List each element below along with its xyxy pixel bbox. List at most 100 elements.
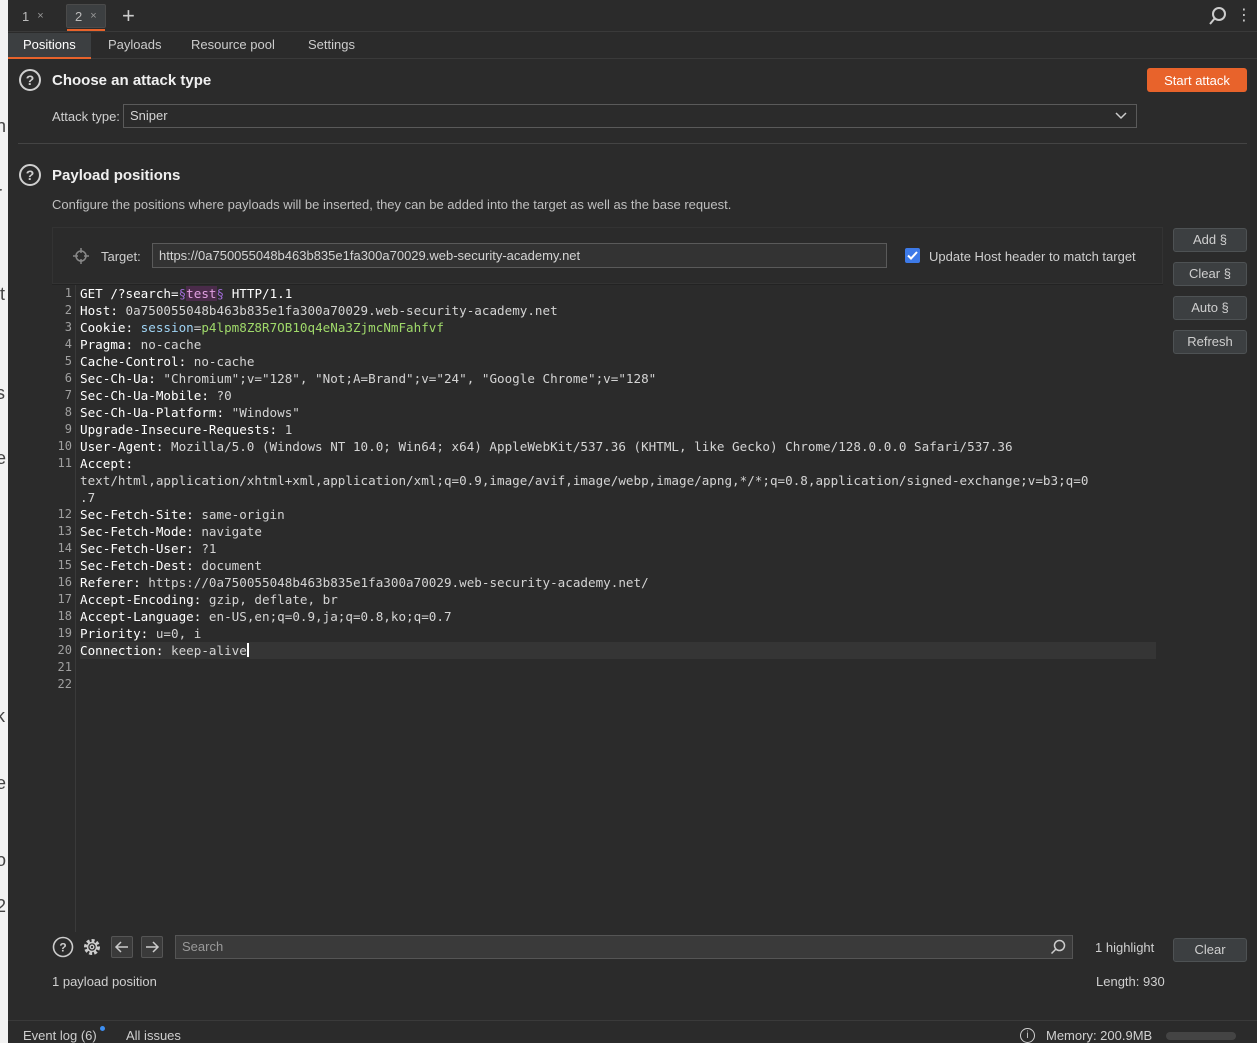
section-divider <box>18 143 1247 144</box>
request-line: 1 GET /?search=§test§ HTTP/1.1 <box>65 285 1156 302</box>
payload-positions-heading: Payload positions <box>52 167 181 184</box>
cookie-name: session <box>133 320 194 335</box>
cookie-line: 3 Cookie: session=p4lpm8Z8R7OB10q4eNa3Zjm… <box>65 319 1156 336</box>
empty-line: 21 <box>58 659 1156 676</box>
header-key: Priority: <box>80 626 149 641</box>
search-icon <box>1050 939 1066 955</box>
help-icon[interactable]: ? <box>19 69 41 91</box>
tab-settings[interactable]: Settings <box>293 33 370 59</box>
status-bar: Event log (6) All issues i Memory: 200.9… <box>8 1020 1257 1043</box>
request-editor[interactable]: 1 GET /?search=§test§ HTTP/1.1 2 Host: 0a7… <box>52 285 1163 932</box>
cookie-value: p4lpm8Z8R7OB10q4eNa3ZjmcNmFahfvf <box>201 320 444 335</box>
header-value: 0a750055048b463b835e1fa300a70029.web-sec… <box>117 303 558 318</box>
editor-search-bar: ? Search 1 highlight <box>52 932 1163 962</box>
notification-dot <box>100 1026 105 1031</box>
memory-bar <box>1166 1032 1236 1040</box>
start-attack-button[interactable]: Start attack <box>1147 68 1247 92</box>
empty-line: 22 <box>58 676 1156 693</box>
header-key: Sec-Fetch-Dest: <box>80 558 194 573</box>
clear-search-button[interactable]: Clear <box>1173 938 1247 962</box>
search-input[interactable]: Search <box>175 935 1073 959</box>
header-line: 12 Sec-Fetch-Site: same-origin <box>58 506 1156 523</box>
header-key: Referer: <box>80 575 141 590</box>
tab-positions[interactable]: Positions <box>8 33 91 59</box>
attack-type-select[interactable]: Sniper <box>123 104 1137 128</box>
header-key: Connection: <box>80 643 164 658</box>
background-window-edge: n r it s e . k e o 2 <box>0 0 8 1043</box>
clear-markers-button[interactable]: Clear § <box>1173 262 1247 286</box>
header-line: 10 User-Agent: Mozilla/5.0 (Windows NT 10… <box>58 438 1156 455</box>
header-line: 15 Sec-Fetch-Dest: document <box>58 557 1156 574</box>
text-caret <box>246 643 249 657</box>
header-value: https://0a750055048b463b835e1fa300a70029… <box>140 575 649 590</box>
header-line: 16 Referer: https://0a750055048b463b835e1… <box>58 574 1156 591</box>
line-number: 19 <box>57 626 72 640</box>
tab-label: 2 <box>75 8 83 24</box>
line-number: 5 <box>64 354 72 368</box>
line-number: 12 <box>57 507 72 521</box>
attack-tab-2[interactable]: 2 × <box>66 4 106 31</box>
all-issues-link[interactable]: All issues <box>126 1028 181 1043</box>
header-value: document <box>193 558 262 573</box>
header-line: 8 Sec-Ch-Ua-Platform: "Windows" <box>65 404 1156 421</box>
arrow-left-icon <box>114 941 128 953</box>
previous-match-button[interactable] <box>111 936 133 958</box>
line-number: 6 <box>64 371 72 385</box>
close-icon[interactable]: × <box>90 10 96 22</box>
help-icon[interactable]: ? <box>52 936 74 958</box>
attack-type-value: Sniper <box>130 108 168 123</box>
next-match-button[interactable] <box>141 936 163 958</box>
header-line: 17 Accept-Encoding: gzip, deflate, br <box>58 591 1156 608</box>
line-number: 15 <box>57 558 72 572</box>
payload-marker-close: § <box>216 286 225 301</box>
event-log-link[interactable]: Event log (6) <box>23 1028 97 1043</box>
header-key: Cache-Control: <box>80 354 187 369</box>
header-key: Accept: <box>80 456 134 471</box>
auto-markers-button[interactable]: Auto § <box>1173 296 1247 320</box>
request-editor-panel: Target: https://0a750055048b463b835e1fa3… <box>52 227 1163 962</box>
header-value: Mozilla/5.0 (Windows NT 10.0; Win64; x64… <box>163 439 1013 454</box>
gear-icon[interactable] <box>81 936 103 958</box>
new-tab-button[interactable]: + <box>122 2 135 30</box>
arrow-right-icon <box>146 941 160 953</box>
attack-type-label: Attack type: <box>52 109 120 124</box>
header-line: 11 Accept: <box>58 455 1156 472</box>
header-value: "Chromium";v="128", "Not;A=Brand";v="24"… <box>155 371 657 386</box>
header-key: Pragma: <box>80 337 134 352</box>
add-marker-button[interactable]: Add § <box>1173 228 1247 252</box>
target-label: Target: <box>101 249 141 264</box>
line-number: 4 <box>64 337 72 351</box>
line-number: 8 <box>64 405 72 419</box>
line-number: 21 <box>57 660 72 674</box>
header-value: no-cache <box>186 354 255 369</box>
target-row: Target: https://0a750055048b463b835e1fa3… <box>52 227 1163 284</box>
attack-tab-1[interactable]: 1 × <box>14 4 52 28</box>
close-icon[interactable]: × <box>37 10 43 22</box>
tab-resource-pool[interactable]: Resource pool <box>176 33 290 59</box>
line-number: 13 <box>57 524 72 538</box>
header-value: no-cache <box>133 337 202 352</box>
header-line-wrap: .7 <box>80 489 1156 506</box>
target-url-input[interactable]: https://0a750055048b463b835e1fa300a70029… <box>152 243 887 268</box>
header-line-wrap: text/html,application/xhtml+xml,applicat… <box>80 472 1156 489</box>
request-method-path: GET /?search= <box>80 286 179 301</box>
header-key: Sec-Fetch-Site: <box>80 507 194 522</box>
attack-tab-bar: 1 × 2 × + ⋮ <box>8 0 1257 32</box>
search-icon[interactable] <box>1208 6 1228 26</box>
header-value: .7 <box>80 490 96 505</box>
line-number: 10 <box>57 439 72 453</box>
tab-payloads[interactable]: Payloads <box>93 33 176 59</box>
request-code[interactable]: 1 GET /?search=§test§ HTTP/1.1 2 Host: 0a7… <box>58 285 1156 693</box>
header-value: gzip, deflate, br <box>201 592 338 607</box>
update-host-checkbox[interactable] <box>905 248 920 263</box>
refresh-button[interactable]: Refresh <box>1173 330 1247 354</box>
line-number: 16 <box>57 575 72 589</box>
line-number: 7 <box>64 388 72 402</box>
help-icon[interactable]: ? <box>19 164 41 186</box>
kebab-menu-icon[interactable]: ⋮ <box>1236 6 1252 26</box>
header-key: User-Agent: <box>80 439 164 454</box>
payload-position-text: test <box>186 286 217 301</box>
highlight-count: 1 highlight <box>1095 940 1155 955</box>
memory-usage: Memory: 200.9MB <box>1046 1028 1153 1043</box>
header-value: same-origin <box>193 507 285 522</box>
